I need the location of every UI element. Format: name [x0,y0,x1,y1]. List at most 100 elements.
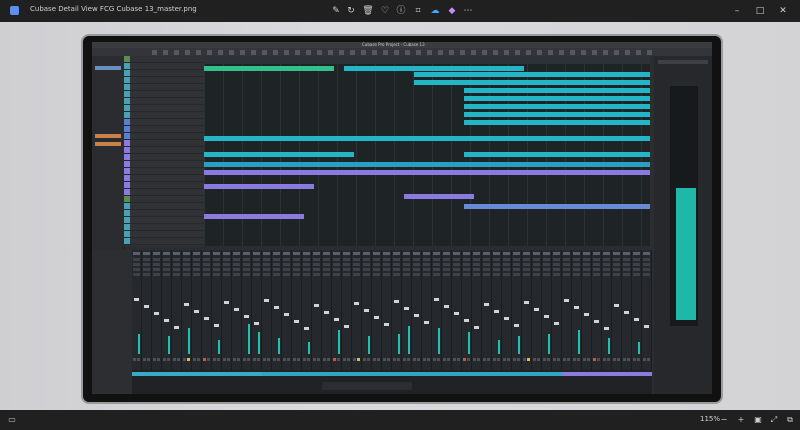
copilot-icon[interactable]: ◆ [445,4,459,18]
mute-button[interactable] [213,358,216,361]
insert-slot[interactable] [323,263,330,266]
channel-header[interactable] [593,252,600,255]
insert-slot[interactable] [513,268,520,271]
insert-slot[interactable] [343,268,350,271]
insert-slot[interactable] [203,263,210,266]
track-row[interactable] [124,231,204,238]
mute-button[interactable] [423,358,426,361]
channel-fader[interactable] [354,302,359,305]
transport-controls[interactable] [322,382,412,390]
mute-button[interactable] [493,358,496,361]
insert-slot[interactable] [243,263,250,266]
track-row[interactable] [124,126,204,133]
insert-slot[interactable] [283,268,290,271]
insert-slot[interactable] [293,273,300,276]
mute-button[interactable] [203,358,206,361]
insert-slot[interactable] [283,258,290,261]
mute-button[interactable] [483,358,486,361]
cubase-tool-icon[interactable] [163,49,168,55]
cubase-tool-icon[interactable] [295,49,300,55]
channel-fader[interactable] [264,299,269,302]
channel-fader[interactable] [344,325,349,328]
insert-slot[interactable] [143,263,150,266]
channel-header[interactable] [323,252,330,255]
event-clip[interactable] [204,170,650,175]
insert-slot[interactable] [443,258,450,261]
insert-slot[interactable] [293,263,300,266]
insert-slot[interactable] [523,258,530,261]
insert-slot[interactable] [173,268,180,271]
insert-slot[interactable] [353,258,360,261]
cubase-tool-icon[interactable] [471,49,476,55]
insert-slot[interactable] [253,268,260,271]
mute-button[interactable] [383,358,386,361]
insert-slot[interactable] [373,273,380,276]
mute-button[interactable] [233,358,236,361]
insert-slot[interactable] [143,258,150,261]
insert-slot[interactable] [193,263,200,266]
insert-slot[interactable] [243,268,250,271]
solo-button[interactable] [627,358,630,361]
cubase-tool-icon[interactable] [427,49,432,55]
favorite-icon[interactable]: ♡ [378,4,392,18]
channel-fader[interactable] [574,306,579,309]
channel-fader[interactable] [184,303,189,306]
solo-button[interactable] [227,358,230,361]
channel-header[interactable] [253,252,260,255]
zoom-out-icon[interactable]: − [718,414,730,426]
event-clip[interactable] [464,112,650,117]
event-clip[interactable] [464,204,650,209]
channel-strip[interactable] [422,250,432,370]
insert-slot[interactable] [423,263,430,266]
solo-button[interactable] [527,358,530,361]
cubase-tool-icon[interactable] [306,49,311,55]
insert-slot[interactable] [473,273,480,276]
insert-slot[interactable] [603,268,610,271]
channel-strip[interactable] [152,250,162,370]
insert-slot[interactable] [333,263,340,266]
insert-slot[interactable] [153,268,160,271]
insert-slot[interactable] [513,258,520,261]
mute-button[interactable] [433,358,436,361]
channel-header[interactable] [143,252,150,255]
insert-slot[interactable] [293,258,300,261]
mute-button[interactable] [623,358,626,361]
insert-slot[interactable] [643,268,650,271]
insert-slot[interactable] [553,273,560,276]
cubase-tool-icon[interactable] [449,49,454,55]
cubase-tool-icon[interactable] [284,49,289,55]
zoom-in-icon[interactable]: + [735,414,747,426]
insert-slot[interactable] [173,273,180,276]
channel-fader[interactable] [334,318,339,321]
insert-slot[interactable] [493,273,500,276]
insert-slot[interactable] [263,268,270,271]
insert-slot[interactable] [393,263,400,266]
solo-button[interactable] [157,358,160,361]
solo-button[interactable] [637,358,640,361]
channel-header[interactable] [293,252,300,255]
channel-header[interactable] [443,252,450,255]
channel-fader[interactable] [514,324,519,327]
close-button[interactable]: ✕ [776,4,790,18]
channel-header[interactable] [163,252,170,255]
cubase-tool-icon[interactable] [317,49,322,55]
channel-header[interactable] [313,252,320,255]
channel-fader[interactable] [274,306,279,309]
insert-slot[interactable] [263,263,270,266]
insert-slot[interactable] [443,273,450,276]
solo-button[interactable] [357,358,360,361]
track-row[interactable] [124,119,204,126]
insert-slot[interactable] [613,273,620,276]
insert-slot[interactable] [633,273,640,276]
insert-slot[interactable] [543,273,550,276]
channel-header[interactable] [583,252,590,255]
channel-header[interactable] [153,252,160,255]
solo-button[interactable] [617,358,620,361]
mute-button[interactable] [273,358,276,361]
channel-fader[interactable] [594,320,599,323]
insert-slot[interactable] [153,258,160,261]
channel-fader[interactable] [444,305,449,308]
event-clip[interactable] [464,120,650,125]
more-icon[interactable]: ⋯ [461,4,475,18]
insert-slot[interactable] [523,268,530,271]
